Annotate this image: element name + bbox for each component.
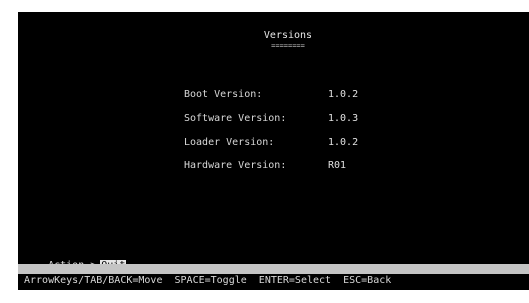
software-version-label: Software Version: [184,113,287,124]
loader-version-label: Loader Version: [184,137,275,148]
terminal-screen: Versions ======== Boot Version: 1.0.2 So… [18,12,529,290]
hardware-version-label: Hardware Version: [184,160,287,171]
software-version-value: 1.0.3 [328,113,359,124]
status-bar [18,264,529,274]
page-title: Versions [263,30,313,41]
help-text: ArrowKeys/TAB/BACK=Move SPACE=Toggle ENT… [24,275,392,286]
loader-version-value: 1.0.2 [328,137,359,148]
boot-version-value: 1.0.2 [328,89,359,100]
action-line: Action->Quit [24,248,134,272]
hardware-version-value: R01 [328,160,347,171]
title-underline: ======== [271,42,305,50]
boot-version-label: Boot Version: [184,89,263,100]
